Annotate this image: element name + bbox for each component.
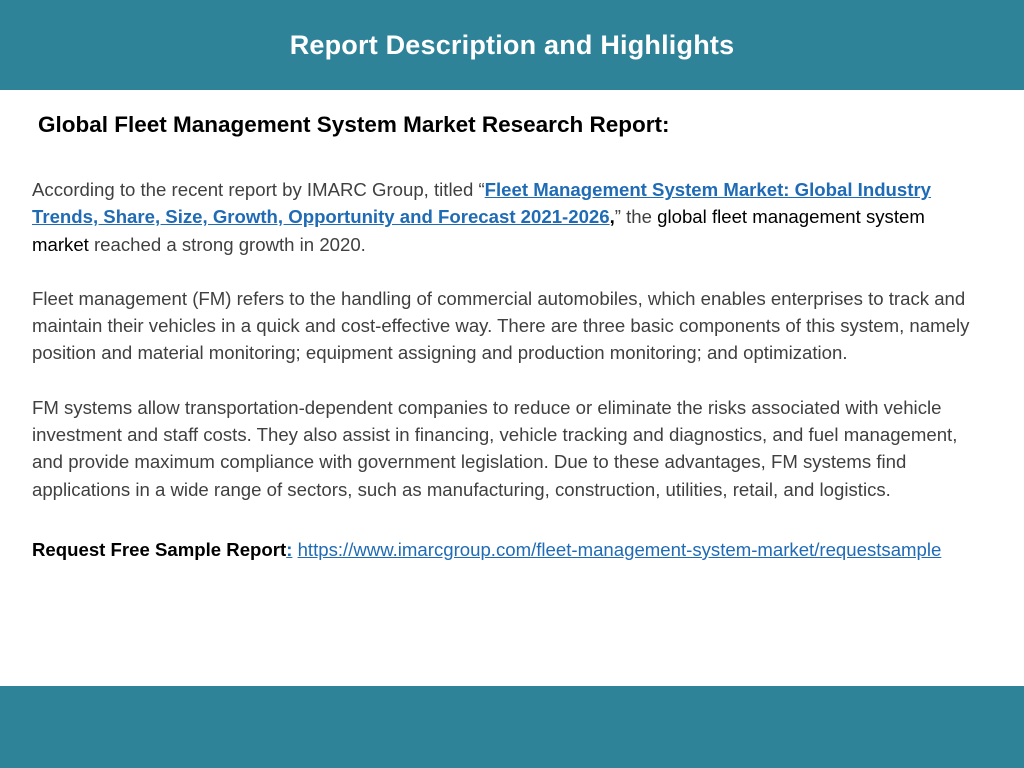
- footer-band: [0, 686, 1024, 768]
- header-band: Report Description and Highlights: [0, 0, 1024, 90]
- benefits-paragraph: FM systems allow transportation-dependen…: [32, 396, 958, 500]
- sample-label: Request Free Sample Report: [32, 538, 287, 560]
- intro-suffix: reached a strong growth in 2020.: [88, 233, 366, 255]
- sample-url-link[interactable]: https://www.imarcgroup.com/fleet-managem…: [298, 539, 942, 560]
- intro-close-quote: ” the: [614, 206, 658, 228]
- definition-paragraph: Fleet management (FM) refers to the hand…: [32, 287, 970, 364]
- page-title: Report Description and Highlights: [289, 29, 735, 60]
- intro-prefix: According to the recent report by IMARC …: [32, 179, 485, 200]
- report-heading: Global Fleet Management System Market Re…: [38, 112, 670, 137]
- sample-colon: :: [286, 538, 293, 560]
- report-content: Global Fleet Management System Market Re…: [32, 108, 982, 563]
- intro-paragraph: According to the recent report by IMARC …: [32, 176, 982, 258]
- slide: Report Description and Highlights Global…: [0, 0, 1024, 768]
- sample-request: Request Free Sample Report: https://www.…: [32, 536, 982, 563]
